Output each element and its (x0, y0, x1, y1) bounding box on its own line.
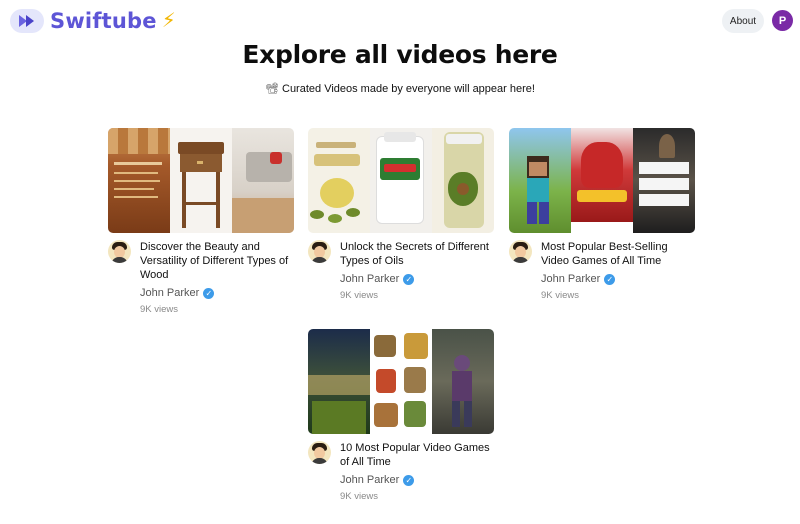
video-thumbnail[interactable] (308, 329, 494, 434)
video-title[interactable]: 10 Most Popular Video Games of All Time (340, 441, 494, 469)
verified-badge-icon: ✓ (403, 273, 415, 285)
verified-badge-icon: ✓ (604, 273, 616, 285)
video-card[interactable]: Discover the Beauty and Versatility of D… (108, 128, 294, 315)
channel-name-text[interactable]: John Parker (140, 287, 199, 299)
view-count: 9K views (340, 491, 379, 502)
channel-name[interactable]: John Parker ✓ (140, 287, 294, 299)
view-count: 9K views (541, 290, 580, 301)
video-thumbnail[interactable] (509, 128, 695, 233)
about-button[interactable]: About (722, 9, 764, 33)
channel-name[interactable]: John Parker ✓ (340, 273, 494, 285)
user-avatar[interactable]: P (772, 10, 793, 31)
channel-avatar[interactable] (308, 441, 331, 464)
page-subtitle-text: Curated Videos made by everyone will app… (282, 83, 535, 95)
video-thumbnail[interactable] (108, 128, 294, 233)
page-subtitle: 📽 Curated Videos made by everyone will ap… (0, 82, 800, 95)
play-forward-icon (10, 8, 44, 33)
video-title[interactable]: Most Popular Best-Selling Video Games of… (541, 240, 695, 268)
page-title: Explore all videos here (242, 40, 558, 69)
video-title[interactable]: Unlock the Secrets of Different Types of… (340, 240, 494, 268)
channel-name-text[interactable]: John Parker (340, 273, 399, 285)
video-card[interactable]: Unlock the Secrets of Different Types of… (308, 128, 494, 301)
video-card[interactable]: 10 Most Popular Video Games of All Time … (308, 329, 494, 502)
channel-avatar[interactable] (509, 240, 532, 263)
channel-name[interactable]: John Parker ✓ (340, 474, 494, 486)
verified-badge-icon: ✓ (203, 287, 215, 299)
video-card[interactable]: Most Popular Best-Selling Video Games of… (509, 128, 695, 301)
view-count: 9K views (340, 290, 379, 301)
video-thumbnail[interactable] (308, 128, 494, 233)
channel-name-text[interactable]: John Parker (340, 474, 399, 486)
verified-badge-icon: ✓ (403, 474, 415, 486)
brand-logo[interactable]: Swiftube ⚡ (10, 8, 176, 33)
video-camera-icon: 📽 (265, 83, 279, 95)
lightning-bolt-icon: ⚡ (161, 10, 176, 32)
brand-name: Swiftube (50, 8, 157, 33)
video-title[interactable]: Discover the Beauty and Versatility of D… (140, 240, 294, 282)
channel-avatar[interactable] (308, 240, 331, 263)
channel-avatar[interactable] (108, 240, 131, 263)
channel-name-text[interactable]: John Parker (541, 273, 600, 285)
view-count: 9K views (140, 304, 179, 315)
channel-name[interactable]: John Parker ✓ (541, 273, 695, 285)
